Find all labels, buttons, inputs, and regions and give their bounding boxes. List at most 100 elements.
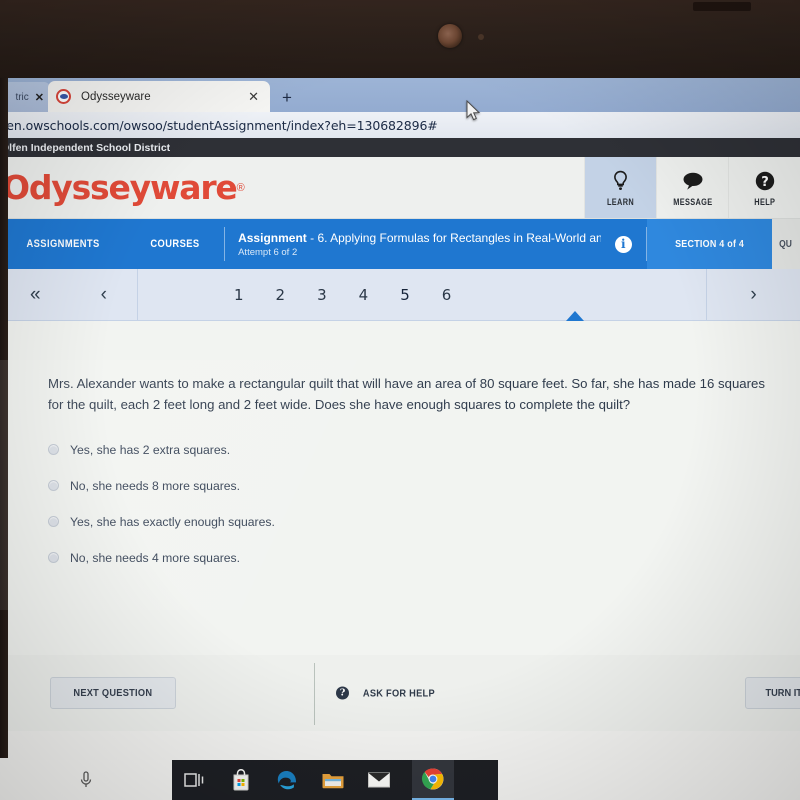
assignment-title-line: Assignment - 6. Applying Formulas for Re… xyxy=(238,231,601,245)
answer-option-label: No, she needs 4 more squares. xyxy=(70,550,241,565)
radio-button-icon[interactable] xyxy=(48,444,59,456)
url-text: fen.owschools.com/owsoo/studentAssignmen… xyxy=(2,117,438,133)
ask-for-help-label: ASK FOR HELP xyxy=(362,687,435,699)
nav-label: COURSES xyxy=(150,238,200,250)
mail-icon[interactable] xyxy=(366,767,392,793)
close-icon[interactable]: ✕ xyxy=(245,89,262,105)
question-text: Mrs. Alexander wants to make a rectangul… xyxy=(48,376,765,413)
bookmark-olfen-isd[interactable]: Olfen Independent School District xyxy=(1,142,170,154)
lightbulb-icon xyxy=(612,169,629,193)
next-question-button[interactable]: NEXT QUESTION xyxy=(50,677,176,709)
odysseyware-navbar: ASSIGNMENTS COURSES Assignment - 6. Appl… xyxy=(0,219,800,269)
next-question-label: NEXT QUESTION xyxy=(73,687,153,699)
answer-option-label: Yes, she has 2 extra squares. xyxy=(70,442,231,457)
brand-logo: Odysseyware ® xyxy=(0,157,584,218)
favicon-inner-shape xyxy=(59,94,68,99)
pager-right-controls: › xyxy=(706,269,800,320)
question-action-bar: NEXT QUESTION ? ASK FOR HELP TURN IT xyxy=(0,655,800,731)
webcam-indicator-dot xyxy=(478,34,484,40)
header-button-message[interactable]: MESSAGE xyxy=(656,157,728,218)
pager-page-3[interactable]: 3 xyxy=(317,286,327,304)
partial-tab-label: tric xyxy=(15,91,29,103)
pager-left-controls: « ‹ xyxy=(0,269,138,320)
address-bar[interactable]: fen.owschools.com/owsoo/studentAssignmen… xyxy=(0,112,800,138)
task-view-icon[interactable] xyxy=(182,767,208,793)
question-body: Mrs. Alexander wants to make a rectangul… xyxy=(0,321,800,655)
radio-button-icon[interactable] xyxy=(48,480,59,492)
microphone-icon[interactable] xyxy=(73,767,99,793)
section-indicator[interactable]: SECTION 4 of 4 xyxy=(646,219,772,269)
webcam-icon xyxy=(438,24,462,48)
trademark-symbol: ® xyxy=(236,181,245,194)
assignment-info: Assignment - 6. Applying Formulas for Re… xyxy=(225,219,601,269)
taskbar-right-section xyxy=(498,760,800,800)
answer-option-label: No, she needs 8 more squares. xyxy=(70,478,241,493)
action-divider xyxy=(314,663,315,725)
header-button-label: LEARN xyxy=(606,196,635,207)
answer-option-label: Yes, she has exactly enough squares. xyxy=(70,514,275,529)
answer-option-2[interactable]: No, she needs 8 more squares. xyxy=(48,468,770,504)
odysseyware-favicon-icon xyxy=(56,89,71,104)
current-page-caret-icon xyxy=(566,311,584,321)
pager-page-6[interactable]: 6 xyxy=(442,286,452,304)
taskbar-left-section xyxy=(0,760,172,800)
header-button-label: MESSAGE xyxy=(672,196,713,207)
tab-title: Odysseyware xyxy=(81,90,151,103)
browser-tabstrip: tric ✕ Odysseyware ✕ + xyxy=(0,78,800,112)
bezel-marking xyxy=(693,2,751,11)
answer-options-list: Yes, she has 2 extra squares. No, she nee… xyxy=(48,432,770,576)
nav-item-assignments[interactable]: ASSIGNMENTS xyxy=(0,219,126,269)
nav-item-courses[interactable]: COURSES xyxy=(126,219,224,269)
question-circle-icon: ? xyxy=(754,169,776,193)
windows-taskbar xyxy=(0,760,800,800)
quiz-label-cut[interactable]: QU xyxy=(772,219,800,269)
new-tab-button[interactable]: + xyxy=(282,88,292,108)
laptop-bezel-top xyxy=(0,0,800,80)
pager-page-1[interactable]: 1 xyxy=(234,286,244,304)
answer-option-3[interactable]: Yes, she has exactly enough squares. xyxy=(48,504,770,540)
header-button-help[interactable]: ? HELP xyxy=(728,157,800,218)
chrome-browser-window: tric ✕ Odysseyware ✕ + fen.owschools.com… xyxy=(0,78,800,760)
speech-bubble-icon xyxy=(681,169,705,193)
pager-page-5[interactable]: 5 xyxy=(400,286,410,304)
pager-page-2[interactable]: 2 xyxy=(276,286,286,304)
nav-label: ASSIGNMENTS xyxy=(26,238,100,250)
pager-number-list: 1 2 3 4 5 6 xyxy=(138,269,706,321)
question-mark-icon: ? xyxy=(336,686,349,700)
bookmarks-bar: Olfen Independent School District xyxy=(0,138,800,157)
edge-icon[interactable] xyxy=(274,767,300,793)
ask-for-help-button[interactable]: ? ASK FOR HELP xyxy=(336,686,440,700)
turn-it-in-label: TURN IT xyxy=(765,687,800,699)
prev-page-icon[interactable]: ‹ xyxy=(101,285,107,304)
photo-of-laptop-screen: tric ✕ Odysseyware ✕ + fen.owschools.com… xyxy=(0,0,800,800)
odysseyware-header: Odysseyware ® LEARN MESSAGE ? HELP xyxy=(0,157,800,219)
microsoft-store-icon[interactable] xyxy=(228,767,254,793)
attempt-counter: Attempt 6 of 2 xyxy=(238,246,298,258)
question-pagination: « ‹ 1 2 3 4 5 6 › xyxy=(0,269,800,321)
assignment-title: - 6. Applying Formulas for Rectangles in… xyxy=(306,230,601,245)
mouse-cursor-icon xyxy=(466,99,482,127)
section-label: SECTION 4 of 4 xyxy=(674,238,744,250)
assignment-word: Assignment xyxy=(238,230,307,245)
chrome-icon[interactable] xyxy=(412,760,454,800)
laptop-bezel-left xyxy=(0,78,8,758)
turn-it-in-button[interactable]: TURN IT xyxy=(744,677,800,709)
answer-option-1[interactable]: Yes, she has 2 extra squares. xyxy=(48,432,770,468)
browser-tab-odysseyware[interactable]: Odysseyware ✕ xyxy=(48,81,270,112)
radio-button-icon[interactable] xyxy=(48,516,59,528)
file-explorer-icon[interactable] xyxy=(320,767,346,793)
header-button-learn[interactable]: LEARN xyxy=(584,157,656,218)
taskbar-icons xyxy=(172,760,498,800)
close-icon[interactable]: ✕ xyxy=(35,91,44,104)
svg-text:?: ? xyxy=(761,175,769,190)
next-page-icon[interactable]: › xyxy=(750,285,756,304)
logo-text: Odysseyware xyxy=(2,168,238,207)
first-page-icon[interactable]: « xyxy=(30,285,41,304)
answer-option-4[interactable]: No, she needs 4 more squares. xyxy=(48,540,770,576)
quiz-label: QU xyxy=(779,238,792,250)
ask-for-help-label-wrap: ASK FOR HELP xyxy=(358,687,440,699)
radio-button-icon[interactable] xyxy=(48,552,59,564)
pager-page-4[interactable]: 4 xyxy=(359,286,369,304)
header-button-label: HELP xyxy=(753,196,775,207)
info-icon[interactable]: i xyxy=(614,235,632,253)
